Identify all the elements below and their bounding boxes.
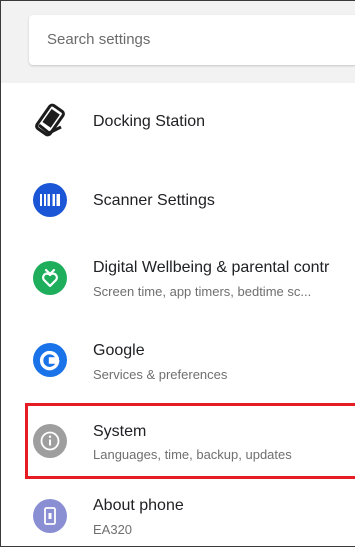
item-subtitle: EA320	[93, 522, 133, 537]
item-title: Docking Station	[93, 113, 206, 130]
phone-icon	[33, 499, 67, 533]
digital-wellbeing-icon	[33, 261, 67, 295]
item-subtitle: Services & preferences	[93, 367, 228, 382]
search-input[interactable]: Search settings	[29, 15, 355, 65]
settings-item-digital-wellbeing[interactable]: Digital Wellbeing & parental contr Scree…	[1, 239, 355, 321]
settings-item-scanner-settings[interactable]: Scanner Settings	[1, 161, 355, 239]
item-title: About phone	[93, 497, 184, 514]
settings-item-about-phone[interactable]: About phone EA320	[1, 479, 355, 546]
item-subtitle: Screen time, app timers, bedtime sc...	[93, 284, 312, 299]
docking-station-icon	[35, 103, 65, 137]
system-highlight-box	[25, 403, 355, 479]
search-placeholder: Search settings	[47, 31, 151, 48]
settings-item-docking-station[interactable]: Docking Station	[1, 83, 355, 161]
item-title: Scanner Settings	[93, 192, 215, 209]
item-title: Digital Wellbeing & parental contr	[93, 259, 330, 276]
settings-item-google[interactable]: Google Services & preferences	[1, 321, 355, 403]
settings-screen: Search settings Docking Station Scanner …	[0, 0, 355, 547]
google-icon	[33, 343, 67, 377]
barcode-scanner-icon	[33, 183, 67, 217]
search-bar-area: Search settings	[1, 1, 355, 83]
item-title: Google	[93, 342, 145, 359]
